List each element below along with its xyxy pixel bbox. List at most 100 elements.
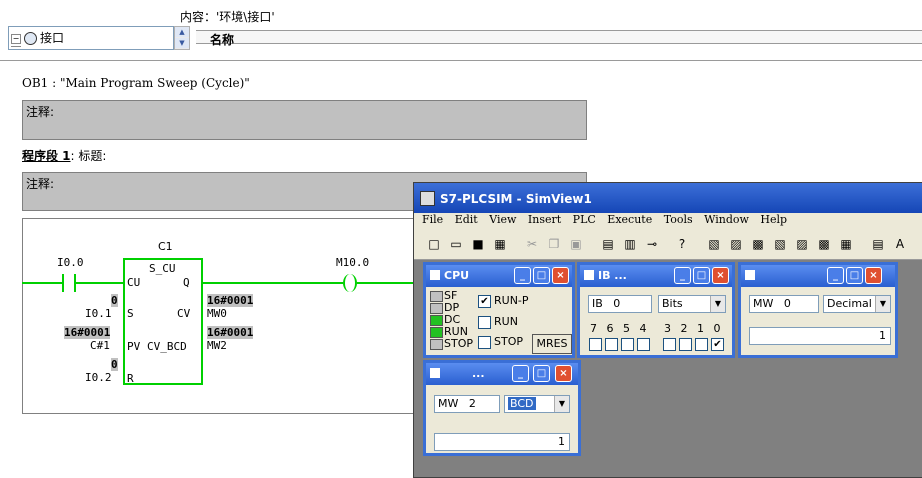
network-icon[interactable]: ▦ [492,236,508,252]
address-value: 0 [613,297,621,310]
bit-label: 1 [697,322,707,335]
network-title[interactable]: 程序段 1: 标题: [22,147,106,164]
bit-1-checkbox[interactable] [695,338,708,351]
mw0-address-field[interactable]: MW 0 [749,295,819,313]
pin-r: R [127,372,134,385]
coil-address: M10.0 [336,256,370,269]
menu-insert[interactable]: Insert [528,213,561,226]
insert-timer-icon[interactable]: ▧ [772,236,788,252]
bit-4-checkbox[interactable] [637,338,650,351]
coil-m10-0[interactable] [343,274,357,292]
comment-label: 注释: [26,105,55,119]
mw0-panel[interactable]: _ □ × MW 0 Decimal ▼ 1 [738,262,898,358]
menu-edit[interactable]: Edit [455,213,478,226]
tree-view[interactable]: − 接口 + [8,26,174,50]
address-value: 2 [468,397,476,410]
minimize-icon[interactable]: _ [512,365,529,382]
ib-icon [584,270,594,280]
block-comment[interactable]: 注释: [22,100,587,140]
bit-7-checkbox[interactable] [589,338,602,351]
tree-item-partial[interactable]: + [11,43,24,47]
mw2-address-field[interactable]: MW 2 [434,395,500,413]
menu-tools[interactable]: Tools [664,213,693,226]
counter-box[interactable]: S_CU CU Q S CV PV CV_BCD R [123,258,203,385]
bit-3-checkbox[interactable] [663,338,676,351]
led-stop [430,339,443,350]
bit-5-checkbox[interactable] [621,338,634,351]
maximize-icon[interactable]: □ [533,365,550,382]
menu-execute[interactable]: Execute [607,213,652,226]
mw0-value-field[interactable]: 1 [749,327,891,345]
run-checkbox[interactable] [478,316,491,329]
insert-input-icon[interactable]: ▧ [706,236,722,252]
bit-6-checkbox[interactable] [605,338,618,351]
stop-checkbox[interactable] [478,336,491,349]
scroll-up-icon[interactable]: ▲ [175,27,189,37]
ib-address-field[interactable]: IB 0 [588,295,652,313]
cpu-panel-titlebar[interactable]: CPU _ □ × [426,265,572,287]
new-icon[interactable]: □ [426,236,442,252]
plcsim-window[interactable]: S7-PLCSIM - SimView1 File Edit View Inse… [413,182,922,478]
run-p-checkbox[interactable]: ✔ [478,295,491,308]
mw2-format-select[interactable]: BCD ▼ [504,395,570,413]
mres-button[interactable]: MRES [532,334,572,354]
menu-window[interactable]: Window [704,213,749,226]
scroll-down-icon[interactable]: ▼ [175,38,189,48]
insert-accumulator-icon[interactable]: ▤ [870,236,886,252]
insert-output-icon[interactable]: ▨ [728,236,744,252]
minimize-icon[interactable]: _ [514,267,531,284]
close-icon[interactable]: × [555,365,572,382]
contact-address: I0.0 [57,256,84,269]
mw0-format-select[interactable]: Decimal ▼ [823,295,891,313]
close-icon[interactable]: × [865,267,882,284]
insert-generic-icon[interactable]: ▩ [816,236,832,252]
paste-icon[interactable]: ▣ [568,236,584,252]
address-type: IB [592,297,603,310]
menu-file[interactable]: File [422,213,443,226]
address-type: MW [438,397,459,410]
insert-vertical-bits-icon[interactable]: ▦ [838,236,854,252]
tree-scrollbar[interactable]: ▲ ▼ [174,26,190,50]
insert-counter-icon[interactable]: ▨ [794,236,810,252]
open-icon[interactable]: ▭ [448,236,464,252]
name-column-header[interactable]: 名称 [196,30,922,47]
maximize-icon[interactable]: □ [693,267,710,284]
tile-icon[interactable]: ▥ [622,236,638,252]
mw0-panel-titlebar[interactable]: _ □ × [741,265,895,287]
ib-format-select[interactable]: Bits ▼ [658,295,726,313]
ib-panel[interactable]: IB ... _ □ × IB 0 Bits ▼ 7 6 5 4 3 2 1 0 … [577,262,735,358]
bit-0-checkbox[interactable]: ✔ [711,338,724,351]
insert-bit-memory-icon[interactable]: ▩ [750,236,766,252]
chevron-down-icon: ▼ [554,396,569,412]
collapse-icon[interactable]: − [11,33,21,44]
menu-view[interactable]: View [489,213,516,226]
cut-icon[interactable]: ✂ [524,236,540,252]
save-icon[interactable]: ■ [470,236,486,252]
close-icon[interactable]: × [712,267,729,284]
menu-plc[interactable]: PLC [573,213,596,226]
plcsim-titlebar[interactable]: S7-PLCSIM - SimView1 [414,183,922,213]
insert-block-register-icon[interactable]: A [892,236,908,252]
bit-labels-low: 3 2 1 0 [664,322,724,335]
mw2-panel[interactable]: ... _ □ × MW 2 BCD ▼ 1 [423,360,581,456]
maximize-icon[interactable]: □ [846,267,863,284]
mw2-panel-titlebar[interactable]: ... _ □ × [426,363,578,385]
minimize-icon[interactable]: _ [674,267,691,284]
tree-item-label: 接口 [40,31,65,45]
copy-icon[interactable]: ❐ [546,236,562,252]
ib-panel-titlebar[interactable]: IB ... _ □ × [580,265,732,287]
menu-help[interactable]: Help [760,213,787,226]
pin-icon[interactable]: ⊸ [644,236,660,252]
cpu-panel[interactable]: CPU _ □ × SF DP DC RUN STOP ✔ RUN-P RUN … [423,262,575,358]
contact-i0-0[interactable] [62,274,76,292]
mw2-value-field[interactable]: 1 [434,433,570,451]
minimize-icon[interactable]: _ [827,267,844,284]
bit-label: 4 [639,322,650,335]
bit-2-checkbox[interactable] [679,338,692,351]
maximize-icon[interactable]: □ [533,267,550,284]
pv-address: C#1 [90,339,110,352]
expand-icon[interactable]: + [11,45,21,47]
help-pointer-icon[interactable]: ? [674,236,690,252]
cascade-icon[interactable]: ▤ [600,236,616,252]
close-icon[interactable]: × [552,267,569,284]
